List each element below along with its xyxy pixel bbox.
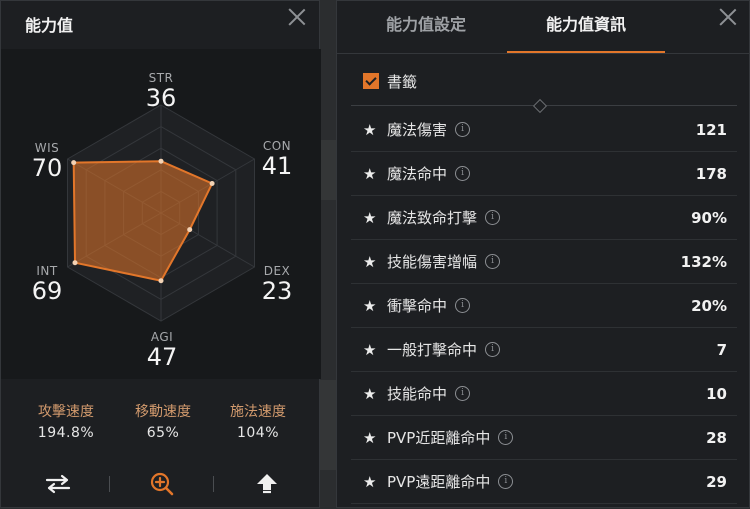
speed-move-label: 移動速度: [135, 404, 191, 420]
zoom-icon: [150, 472, 174, 496]
star-icon[interactable]: ★: [363, 473, 381, 491]
toolbar-divider: [109, 476, 110, 492]
stat-row-value: 132%: [680, 252, 727, 271]
stat-row-value: 7: [716, 340, 727, 359]
star-icon[interactable]: ★: [363, 341, 381, 359]
speed-attack-value: 194.8%: [37, 425, 95, 441]
stat-con-value: 41: [261, 152, 293, 180]
tab-stat-info[interactable]: 能力值資訊: [507, 1, 665, 53]
bookmark-checkbox[interactable]: [363, 73, 379, 89]
star-icon[interactable]: ★: [363, 253, 381, 271]
stat-row[interactable]: ★ 魔法致命打擊 i 90%: [351, 196, 737, 240]
swap-button[interactable]: [38, 469, 78, 499]
stat-row-name: 魔法傷害: [387, 121, 448, 139]
stat-str: STR 36: [126, 71, 196, 111]
stat-str-value: 36: [145, 84, 177, 112]
radar-point-agi: [158, 278, 164, 284]
info-icon[interactable]: i: [485, 254, 501, 269]
stat-int: INT 69: [12, 264, 82, 304]
speed-move: 移動速度 65%: [113, 401, 213, 441]
info-icon[interactable]: i: [455, 122, 471, 137]
info-icon[interactable]: i: [455, 386, 471, 401]
stat-row[interactable]: ★ 衝擊命中 i 20%: [351, 284, 737, 328]
radar-point-con: [209, 181, 215, 186]
upload-button[interactable]: [247, 469, 287, 499]
toolbar-divider: [213, 476, 214, 492]
stat-row-name: 技能命中: [387, 385, 448, 403]
stats-panel: 能力值 STR 36 CON 41 DEX 23 AGI 47 INT 69 W: [0, 0, 321, 509]
tab-stat-settings[interactable]: 能力值設定: [347, 1, 505, 53]
radar-point-dex: [187, 227, 193, 233]
stat-agi: AGI 47: [127, 330, 197, 370]
speed-attack-label: 攻擊速度: [38, 404, 94, 420]
stat-row-value: 121: [695, 120, 727, 139]
stat-row-value: 28: [706, 428, 727, 447]
star-icon[interactable]: ★: [363, 165, 381, 183]
speed-attack: 攻擊速度 194.8%: [16, 401, 116, 441]
stat-row-name: PVP近距離命中: [387, 429, 491, 447]
stat-dex-label: DEX: [263, 264, 291, 278]
stat-con-label: CON: [262, 139, 292, 153]
star-icon[interactable]: ★: [363, 209, 381, 227]
stat-wis-label: WIS: [34, 141, 60, 155]
upload-icon: [257, 474, 277, 494]
radar-point-str: [158, 158, 164, 164]
bookmark-label: 書籤: [387, 72, 418, 91]
stat-row-value: 90%: [691, 208, 727, 227]
speed-move-value: 65%: [146, 425, 180, 441]
stat-row-value: 178: [695, 164, 727, 183]
stat-row[interactable]: ★ 一般打擊命中 i 7: [351, 328, 737, 372]
background-streak: [320, 380, 336, 470]
close-icon[interactable]: [717, 6, 739, 28]
stat-row[interactable]: ★ 技能傷害增幅 i 132%: [351, 240, 737, 284]
info-icon[interactable]: i: [498, 430, 514, 445]
stat-dex: DEX 23: [242, 264, 312, 304]
tab-underline: [337, 53, 749, 54]
stat-row[interactable]: ★ 魔法傷害 i 121: [351, 108, 737, 152]
stat-row-value: 29: [706, 472, 727, 491]
bookmark-toggle[interactable]: 書籤: [363, 69, 417, 93]
stat-row[interactable]: ★ 技能命中 i 10: [351, 372, 737, 416]
stat-row[interactable]: ★ PVP近距離命中 i 28: [351, 416, 737, 460]
info-icon[interactable]: i: [455, 166, 471, 181]
stat-row[interactable]: ★ PVP遠距離命中 i 29: [351, 460, 737, 504]
stat-con: CON 41: [242, 139, 312, 179]
stat-row-name: 衝擊命中: [387, 297, 448, 315]
star-icon[interactable]: ★: [363, 429, 381, 447]
info-icon[interactable]: i: [498, 474, 514, 489]
stat-str-label: STR: [148, 71, 174, 85]
stat-row-value: 10: [706, 384, 727, 403]
bottom-toolbar: [1, 459, 321, 509]
zoom-button[interactable]: [142, 469, 182, 499]
stat-agi-value: 47: [146, 343, 178, 371]
star-icon[interactable]: ★: [363, 385, 381, 403]
stats-info-panel: 能力值設定 能力值資訊 書籤 ★ 魔法傷害 i 121 ★ 魔法命中 i 178 ★ 魔法致命打擊…: [336, 0, 750, 508]
swap-icon: [45, 474, 71, 494]
stat-int-value: 69: [31, 277, 63, 305]
panel-title: 能力值: [25, 16, 74, 35]
stat-row-name: 魔法致命打擊: [387, 209, 478, 227]
stat-row[interactable]: ★ 魔法命中 i 178: [351, 152, 737, 196]
info-icon[interactable]: i: [485, 342, 501, 357]
stat-row-name: 技能傷害增幅: [387, 253, 478, 271]
stat-wis: WIS 70: [12, 141, 82, 181]
star-icon[interactable]: ★: [363, 297, 381, 315]
stat-dex-value: 23: [261, 277, 293, 305]
stat-int-label: INT: [36, 264, 58, 278]
background-streak: [320, 140, 336, 200]
stat-row-name: 魔法命中: [387, 165, 448, 183]
stat-agi-label: AGI: [150, 330, 174, 344]
speed-cast: 施法速度 104%: [208, 401, 308, 441]
info-icon[interactable]: i: [455, 298, 471, 313]
speed-cast-label: 施法速度: [230, 404, 286, 420]
radar-area: STR 36 CON 41 DEX 23 AGI 47 INT 69 WIS 7…: [1, 49, 321, 379]
info-icon[interactable]: i: [485, 210, 501, 225]
close-icon[interactable]: [286, 6, 308, 28]
stat-row-value: 20%: [691, 296, 727, 315]
stat-wis-value: 70: [31, 154, 63, 182]
stat-row-name: PVP遠距離命中: [387, 473, 491, 491]
stat-row-name: 一般打擊命中: [387, 341, 478, 359]
speed-cast-value: 104%: [236, 425, 280, 441]
star-icon[interactable]: ★: [363, 121, 381, 139]
